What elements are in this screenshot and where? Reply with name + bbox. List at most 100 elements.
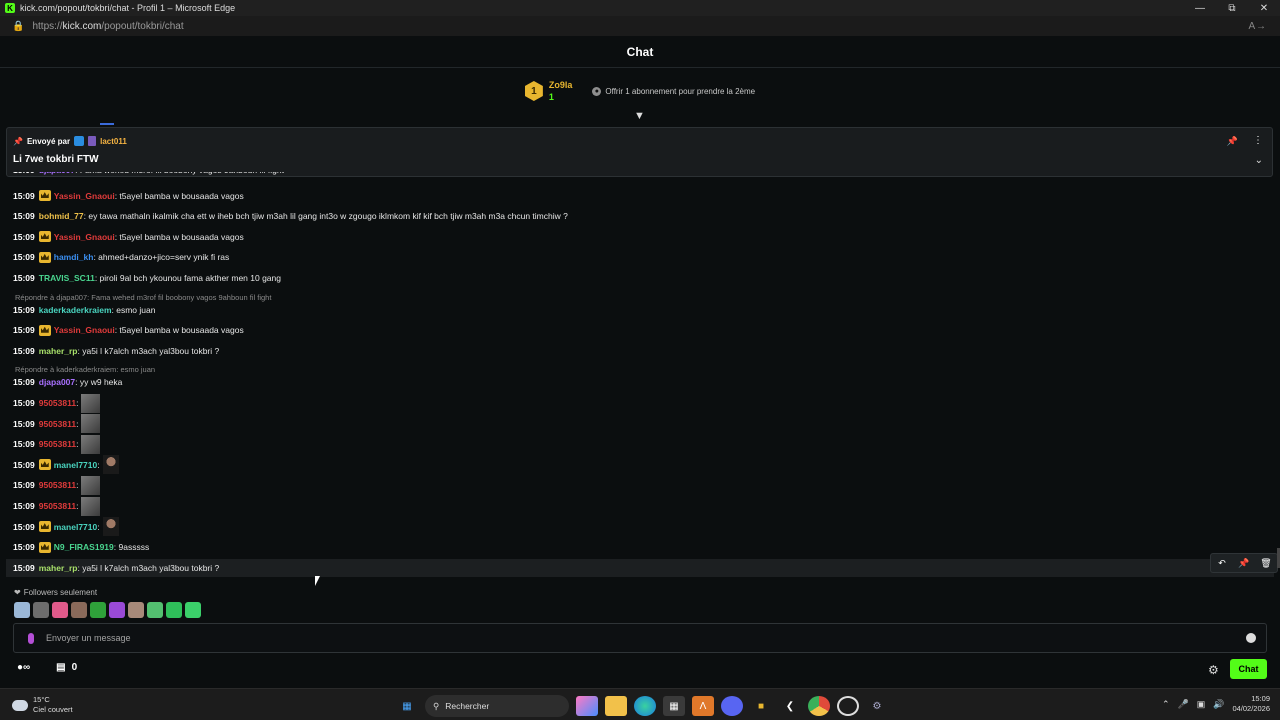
- chat-message[interactable]: 15:09 kaderkaderkraiem: esmo juan: [13, 301, 158, 319]
- chat-message[interactable]: 15:09 bohmid_77: ey tawa mathaln ikalmik …: [13, 207, 571, 225]
- chat-message[interactable]: 15:09 TRAVIS_SC11: piroli 9al bch ykounou…: [13, 269, 284, 287]
- leader-info[interactable]: Zo9la 1: [549, 79, 573, 103]
- message-username[interactable]: kaderkaderkraiem: [39, 305, 112, 315]
- close-icon[interactable]: ✕: [1248, 0, 1280, 16]
- send-chat-button[interactable]: Chat: [1230, 659, 1267, 679]
- message-username[interactable]: N9_FIRAS1919: [54, 542, 114, 552]
- message-username[interactable]: 95053811: [39, 480, 76, 490]
- quick-emote[interactable]: [52, 602, 68, 618]
- quick-emote[interactable]: [128, 602, 144, 618]
- quick-emote[interactable]: [166, 602, 182, 618]
- message-username[interactable]: maher_rp: [39, 563, 78, 573]
- settings-gear-icon[interactable]: ⚙: [1208, 663, 1219, 677]
- taskbar-search[interactable]: ⚲ Rechercher: [425, 695, 569, 717]
- message-username[interactable]: hamdi_kh: [54, 252, 94, 262]
- windows-start-icon[interactable]: ▦: [396, 696, 418, 716]
- pin-message-icon[interactable]: 📌: [1233, 554, 1255, 572]
- chat-message[interactable]: 15:09 djapa007: Fama wehed m3rof fil boob…: [13, 172, 287, 179]
- pin-icon[interactable]: 📌: [1227, 136, 1238, 147]
- microphone-icon[interactable]: [28, 632, 34, 644]
- quick-emote[interactable]: [14, 602, 30, 618]
- message-username[interactable]: manel7710: [54, 460, 97, 470]
- message-username[interactable]: TRAVIS_SC11: [39, 273, 95, 283]
- chat-message[interactable]: 15:09 maher_rp: ya5i l k7alch m3ach yal3b…: [6, 558, 1274, 577]
- chat-message[interactable]: 15:09 Yassin_Gnaoui: t5ayel bamba w bousa…: [13, 187, 247, 205]
- collapse-arrow-icon[interactable]: ▼: [634, 110, 645, 122]
- message-input[interactable]: [46, 633, 1246, 643]
- message-username[interactable]: 95053811: [39, 439, 76, 449]
- gift-sub-button[interactable]: ● Offrir 1 abonnement pour prendre la 2è…: [592, 86, 755, 96]
- message-username[interactable]: Yassin_Gnaoui: [54, 325, 115, 335]
- chrome-icon[interactable]: [808, 696, 830, 716]
- points-icon[interactable]: ●∞: [17, 662, 30, 673]
- emote-image[interactable]: [81, 393, 101, 413]
- chat-messages[interactable]: 15:09djapa007: Fama wehed m3rof fil boob…: [0, 172, 1280, 582]
- chat-message[interactable]: 15:09 hamdi_kh: ahmed+danzo+jico=serv yni…: [13, 248, 232, 266]
- reply-icon[interactable]: ↶: [1211, 554, 1233, 572]
- lock-icon[interactable]: 🔒: [12, 21, 24, 32]
- app-circle-icon[interactable]: [837, 696, 859, 716]
- copilot-icon[interactable]: [576, 696, 598, 716]
- emoji-picker-icon[interactable]: [1246, 633, 1256, 643]
- quick-emote[interactable]: [90, 602, 106, 618]
- message-username[interactable]: Yassin_Gnaoui: [54, 232, 115, 242]
- app-orange-icon[interactable]: Λ: [692, 696, 714, 716]
- emote-image[interactable]: [81, 414, 101, 434]
- network-icon[interactable]: ▣: [1197, 699, 1206, 710]
- store-icon[interactable]: ▦: [663, 696, 685, 716]
- volume-icon[interactable]: 🔊: [1213, 699, 1224, 710]
- chat-message[interactable]: 15:09 N9_FIRAS1919: 9asssss: [13, 538, 152, 556]
- weather-widget[interactable]: 15°C Ciel couvert: [12, 695, 73, 715]
- minimize-icon[interactable]: —: [1184, 0, 1216, 16]
- message-username[interactable]: djapa007: [39, 377, 75, 387]
- game-app-icon[interactable]: ■: [750, 696, 772, 716]
- chat-message[interactable]: 15:09 Yassin_Gnaoui: t5ayel bamba w bousa…: [13, 228, 247, 246]
- chat-message[interactable]: 15:09 95053811:: [13, 434, 101, 454]
- message-username[interactable]: bohmid_77: [39, 211, 84, 221]
- chat-message[interactable]: 15:09 manel7710:: [13, 455, 119, 475]
- restore-icon[interactable]: ⧉: [1216, 0, 1248, 16]
- quick-emote[interactable]: [33, 602, 49, 618]
- quick-emote[interactable]: [185, 602, 201, 618]
- message-username[interactable]: 95053811: [39, 501, 76, 511]
- app-c-icon[interactable]: ❮: [779, 696, 801, 716]
- chat-message[interactable]: 15:09 95053811:: [13, 414, 101, 434]
- chevron-down-icon[interactable]: ⌄: [1255, 155, 1263, 166]
- tray-chevron-icon[interactable]: ⌃: [1162, 699, 1170, 710]
- message-username[interactable]: maher_rp: [39, 346, 78, 356]
- emote-image[interactable]: [81, 434, 101, 454]
- edge-icon[interactable]: [634, 696, 656, 716]
- discord-icon[interactable]: [721, 696, 743, 716]
- read-aloud-icon[interactable]: A →: [1248, 21, 1266, 32]
- mic-tray-icon[interactable]: 🎤: [1178, 699, 1189, 710]
- quick-emote[interactable]: [71, 602, 87, 618]
- chat-message[interactable]: 15:09 95053811:: [13, 496, 101, 516]
- message-username[interactable]: djapa007: [39, 172, 75, 175]
- chat-message[interactable]: 15:09 djapa007: yy w9 heka: [13, 373, 125, 391]
- message-username[interactable]: manel7710: [54, 522, 97, 532]
- pinned-user[interactable]: lact011: [100, 137, 127, 146]
- message-input-box[interactable]: [13, 623, 1267, 653]
- gift-box-icon[interactable]: ▤: [56, 662, 65, 673]
- quick-emote[interactable]: [147, 602, 163, 618]
- chat-message[interactable]: 15:09 maher_rp: ya5i l k7alch m3ach yal3b…: [13, 342, 222, 360]
- emote-image[interactable]: [102, 455, 119, 475]
- clock[interactable]: 15:09 04/02/2026: [1232, 694, 1270, 714]
- more-options-icon[interactable]: ⋮: [1253, 135, 1263, 146]
- message-username[interactable]: Yassin_Gnaoui: [54, 191, 115, 201]
- chat-message[interactable]: 15:09 95053811:: [13, 475, 101, 495]
- settings-app-icon[interactable]: ⚙: [866, 696, 888, 716]
- address-bar[interactable]: 🔒 https://kick.com/popout/tokbri/chat A …: [0, 16, 1280, 36]
- delete-icon[interactable]: 🗑: [1255, 554, 1277, 572]
- quick-emote[interactable]: [109, 602, 125, 618]
- file-explorer-icon[interactable]: [605, 696, 627, 716]
- chat-message[interactable]: 15:09 Yassin_Gnaoui: t5ayel bamba w bousa…: [13, 321, 247, 339]
- emote-image[interactable]: [102, 517, 119, 537]
- emote-image[interactable]: [81, 496, 101, 516]
- emote-image[interactable]: [81, 475, 101, 495]
- chat-message[interactable]: 15:09 95053811:: [13, 393, 101, 413]
- message-username[interactable]: 95053811: [39, 419, 76, 429]
- leader-name[interactable]: Zo9la: [549, 79, 573, 91]
- chat-message[interactable]: 15:09 manel7710:: [13, 517, 119, 537]
- message-username[interactable]: 95053811: [39, 398, 76, 408]
